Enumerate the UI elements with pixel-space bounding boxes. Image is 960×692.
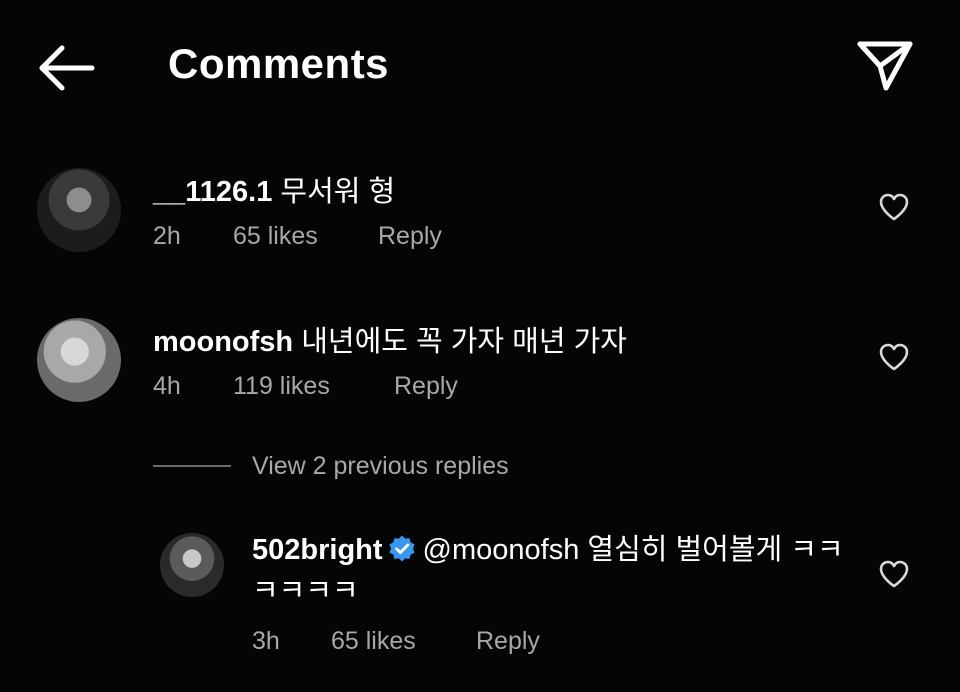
- comment-time: 4h: [153, 372, 181, 400]
- reply-username[interactable]: 502bright: [252, 534, 383, 566]
- verified-badge-icon: [387, 534, 417, 564]
- comment-time: 2h: [153, 222, 181, 250]
- reply-button[interactable]: Reply: [394, 372, 458, 401]
- comment-likes[interactable]: 119 likes: [233, 372, 330, 401]
- heart-icon: [879, 343, 909, 371]
- reply-time: 3h: [252, 627, 280, 655]
- reply-content: 502bright @moonofsh 열심히 벌어볼게 ㅋㅋㅋㅋㅋㅋ: [252, 530, 852, 612]
- heart-icon: [879, 193, 909, 221]
- comment-username[interactable]: moonofsh: [153, 326, 293, 358]
- arrow-left-icon: [39, 45, 95, 91]
- paper-plane-icon: [857, 41, 913, 91]
- like-button[interactable]: [878, 192, 910, 222]
- avatar[interactable]: [37, 318, 121, 402]
- replies-divider: [153, 465, 231, 467]
- view-replies-label[interactable]: View 2 previous replies: [252, 452, 509, 481]
- avatar[interactable]: [160, 533, 224, 597]
- comment-text: 내년에도 꼭 가자 매년 가자: [301, 326, 627, 358]
- like-button[interactable]: [878, 559, 910, 589]
- reply-button[interactable]: Reply: [476, 627, 540, 656]
- back-button[interactable]: [34, 40, 98, 96]
- reply-mention[interactable]: @moonofsh: [423, 534, 580, 566]
- comment-text: 무서워 형: [280, 176, 396, 208]
- heart-icon: [879, 560, 909, 588]
- reply-button[interactable]: Reply: [378, 222, 442, 251]
- page-title: Comments: [168, 40, 390, 87]
- comment-line: __1126.1 무서워 형: [153, 168, 395, 210]
- avatar[interactable]: [37, 168, 121, 252]
- share-button[interactable]: [852, 36, 918, 96]
- like-button[interactable]: [878, 342, 910, 372]
- comment-line: moonofsh 내년에도 꼭 가자 매년 가자: [153, 318, 627, 360]
- comment-username[interactable]: __1126.1: [153, 176, 272, 208]
- header: Comments: [0, 0, 960, 130]
- reply-likes[interactable]: 65 likes: [331, 627, 416, 656]
- comment-likes[interactable]: 65 likes: [233, 222, 318, 251]
